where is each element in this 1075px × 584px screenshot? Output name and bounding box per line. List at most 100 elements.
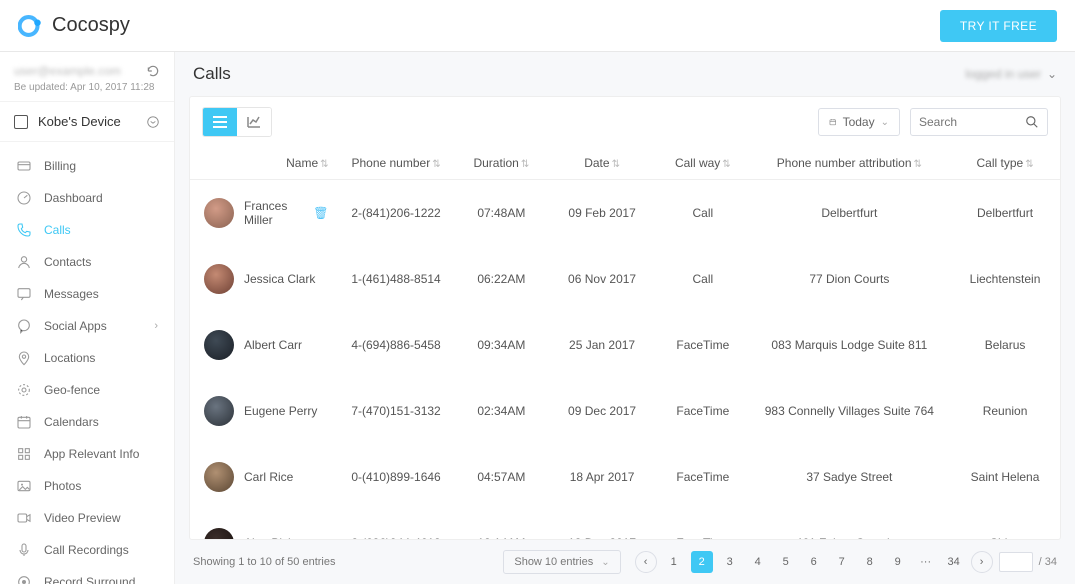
sidebar-item-dashboard[interactable]: Dashboard [0,182,174,214]
sidebar-item-label: Geo-fence [44,383,100,397]
chevron-down-icon: ⌄ [1047,67,1057,81]
sort-icon: ⇅ [432,159,440,170]
attribution-cell: 37 Sadye Street [749,444,950,510]
phone-icon [16,222,32,238]
table-row[interactable]: Albert Carr4-(694)886-545809:34AM25 Jan … [190,312,1060,378]
page-button[interactable]: 3 [719,551,741,573]
sidebar-item-billing[interactable]: Billing [0,150,174,182]
table-row[interactable]: Frances Miller🗑2-(841)206-122207:48AM09 … [190,180,1060,247]
sidebar-item-messages[interactable]: Messages [0,278,174,310]
chevron-down-icon [146,115,160,129]
chevron-down-icon: ⌄ [881,117,889,128]
date-cell: 09 Feb 2017 [547,180,657,247]
logo[interactable]: Cocospy [18,13,130,39]
sidebar-item-label: Calls [44,223,71,237]
calls-table: Name⇅Phone number⇅Duration⇅Date⇅Call way… [190,147,1060,539]
column-header-call-way[interactable]: Call way⇅ [657,147,749,180]
sidebar-item-label: Video Preview [44,511,121,525]
table-row[interactable]: Eugene Perry7-(470)151-313202:34AM09 Dec… [190,378,1060,444]
page-button[interactable]: 2 [691,551,713,573]
page-button[interactable]: 1 [663,551,685,573]
device-icon [14,115,28,129]
user-dropdown[interactable]: logged in user ⌄ [966,67,1057,81]
callway-cell: FaceTime [657,510,749,539]
calltype-cell: Saint Helena [950,444,1060,510]
column-header-phone-number[interactable]: Phone number⇅ [337,147,456,180]
sidebar-item-label: Contacts [44,255,91,269]
avatar [204,264,234,294]
sidebar-item-photos[interactable]: Photos [0,470,174,502]
sidebar-item-label: Social Apps [44,319,107,333]
page-button[interactable]: 9 [887,551,909,573]
column-header-date[interactable]: Date⇅ [547,147,657,180]
page-button[interactable]: 4 [747,551,769,573]
column-header-phone-number-attribution[interactable]: Phone number attribution⇅ [749,147,950,180]
sidebar-item-social-apps[interactable]: Social Apps› [0,310,174,342]
topbar: Cocospy TRY IT FREE [0,0,1075,52]
sort-icon: ⇅ [521,159,529,170]
gauge-icon [16,190,32,206]
page-button[interactable]: ··· [915,551,937,573]
page-button[interactable]: 7 [831,551,853,573]
name-cell: Albert Carr [244,338,302,352]
calltype-cell: Delbertfurt [950,180,1060,247]
name-cell: Jessica Clark [244,272,315,286]
table-row[interactable]: Carl Rice0-(410)899-164604:57AM18 Apr 20… [190,444,1060,510]
search-box [910,108,1048,136]
page-button[interactable]: 8 [859,551,881,573]
table-row[interactable]: Alan Bishop2-(686)944-461812:14AM13 Dec … [190,510,1060,539]
table-row[interactable]: Jessica Clark1-(461)488-851406:22AM06 No… [190,246,1060,312]
attribution-cell: Delbertfurt [749,180,950,247]
date-cell: 09 Dec 2017 [547,378,657,444]
delete-icon[interactable]: 🗑 [313,206,328,220]
column-header-call-type[interactable]: Call type⇅ [950,147,1060,180]
sidebar-item-label: Dashboard [44,191,103,205]
date-label: Today [843,115,875,129]
sort-icon: ⇅ [320,159,328,170]
sidebar-item-label: Photos [44,479,81,493]
user-icon [16,254,32,270]
sidebar-item-geo-fence[interactable]: Geo-fence [0,374,174,406]
sidebar-item-locations[interactable]: Locations [0,342,174,374]
calltype-cell: Reunion [950,378,1060,444]
calltype-cell: China [950,510,1060,539]
calltype-cell: Belarus [950,312,1060,378]
page-button[interactable]: 34 [943,551,965,573]
prev-page-button[interactable]: ‹ [635,551,657,573]
sort-icon: ⇅ [914,159,922,170]
sidebar-item-label: Messages [44,287,99,301]
page-total: / 34 [1039,556,1057,568]
try-it-free-button[interactable]: TRY IT FREE [940,10,1057,42]
page-button[interactable]: 5 [775,551,797,573]
sidebar-item-app-relevant-info[interactable]: App Relevant Info [0,438,174,470]
chevron-down-icon: ⌄ [601,557,609,568]
sidebar-item-video-preview[interactable]: Video Preview [0,502,174,534]
attribution-cell: 983 Connelly Villages Suite 764 [749,378,950,444]
callway-cell: FaceTime [657,312,749,378]
next-page-button[interactable]: › [971,551,993,573]
account-email: user@example.com [14,64,121,78]
grid-icon [16,446,32,462]
sidebar-item-record-surround[interactable]: Record Surround [0,566,174,584]
attribution-cell: 461 Fahey Crossing [749,510,950,539]
column-header-duration[interactable]: Duration⇅ [456,147,548,180]
page-input[interactable] [999,552,1033,572]
sidebar-item-label: Call Recordings [44,543,129,557]
sidebar-item-call-recordings[interactable]: Call Recordings [0,534,174,566]
page-title: Calls [193,64,231,84]
chart-view-button[interactable] [237,108,271,136]
refresh-icon[interactable] [146,64,160,78]
search-input[interactable] [919,109,1025,135]
page-size-selector[interactable]: Show 10 entries ⌄ [503,550,620,574]
page-button[interactable]: 6 [803,551,825,573]
sidebar-item-contacts[interactable]: Contacts [0,246,174,278]
sidebar-item-calls[interactable]: Calls [0,214,174,246]
pin-icon [16,350,32,366]
device-selector[interactable]: Kobe's Device [0,102,174,142]
search-icon[interactable] [1025,115,1039,129]
avatar [204,528,234,539]
date-picker[interactable]: Today ⌄ [818,108,900,136]
sidebar-item-calendars[interactable]: Calendars [0,406,174,438]
list-view-button[interactable] [203,108,237,136]
column-header-name[interactable]: Name⇅ [190,147,337,180]
